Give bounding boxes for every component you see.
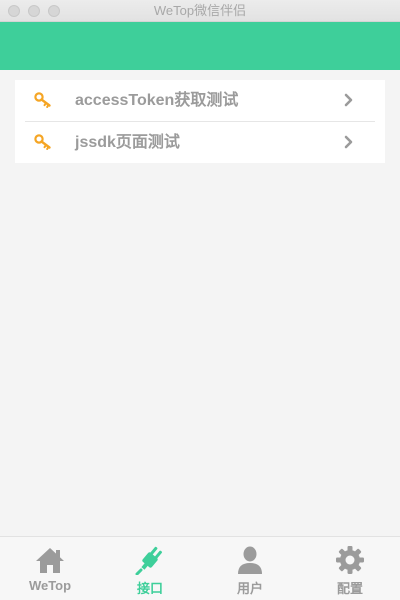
app-window: WeTop微信伴侣 accessToken获取测试 jssdk页面测试 WeTo… (0, 0, 400, 600)
header-bar (0, 22, 400, 70)
tab-interface[interactable]: 接口 (100, 537, 200, 600)
tab-user[interactable]: 用户 (200, 537, 300, 600)
tab-wetop[interactable]: WeTop (0, 537, 100, 600)
chevron-right-icon (344, 135, 353, 149)
tab-label: 用户 (236, 581, 263, 596)
tab-settings[interactable]: 配置 (300, 537, 400, 600)
chevron-right-icon (344, 93, 353, 107)
tab-label: WeTop (28, 578, 72, 593)
home-icon (36, 548, 64, 573)
tab-label: 接口 (136, 581, 163, 596)
user-icon (238, 546, 262, 574)
list-item-label: jssdk页面测试 (75, 134, 180, 151)
list-item-jssdk-page-test[interactable]: jssdk页面测试 (15, 122, 385, 163)
title-bar: WeTop微信伴侣 (0, 0, 400, 22)
plug-icon (135, 546, 163, 575)
list-item-label: accessToken获取测试 (75, 92, 239, 109)
key-icon (34, 134, 51, 150)
window-title: WeTop微信伴侣 (153, 3, 247, 18)
list-item-access-token-test[interactable]: accessToken获取测试 (15, 80, 385, 121)
api-test-list: accessToken获取测试 jssdk页面测试 (15, 80, 385, 163)
bottom-tab-bar: WeTop 接口 用户 配置 (0, 536, 400, 600)
key-icon (34, 92, 51, 108)
gear-icon (336, 546, 364, 574)
tab-label: 配置 (336, 581, 363, 596)
